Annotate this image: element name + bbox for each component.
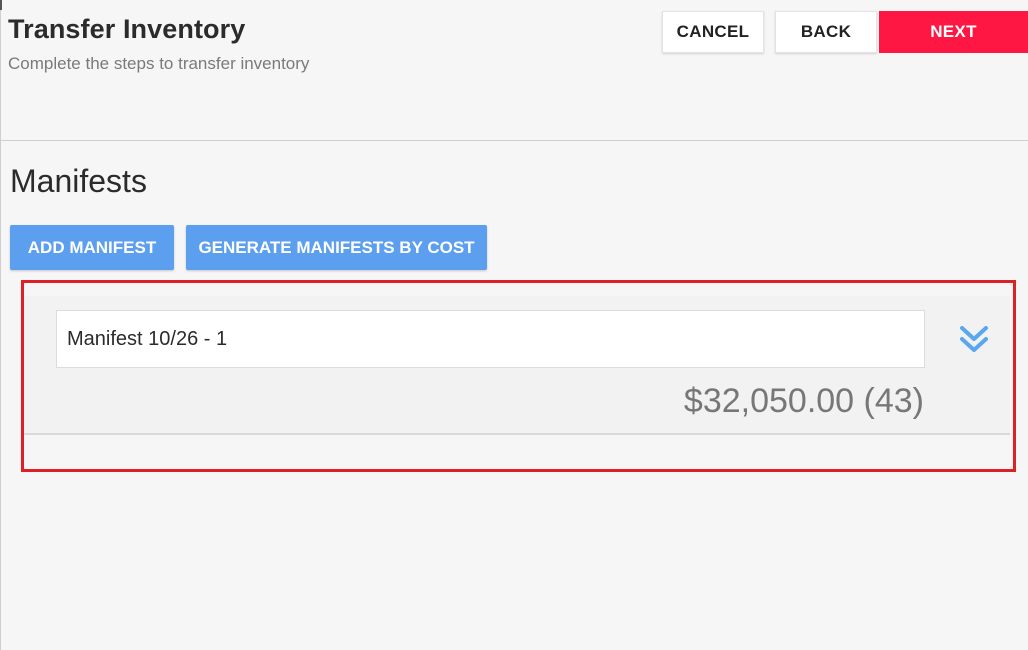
header-divider <box>0 140 1028 141</box>
highlight-annotation <box>21 280 1016 472</box>
window-edge <box>0 0 1 650</box>
page-subtitle: Complete the steps to transfer inventory <box>8 54 310 73</box>
section-title-manifests: Manifests <box>10 163 147 199</box>
add-manifest-button[interactable]: ADD MANIFEST <box>10 225 174 270</box>
window-edge-marker <box>0 0 2 10</box>
page-title: Transfer Inventory <box>8 14 246 44</box>
back-button[interactable]: BACK <box>775 11 877 53</box>
next-button[interactable]: NEXT <box>879 11 1028 53</box>
generate-manifests-button[interactable]: GENERATE MANIFESTS BY COST <box>186 225 487 270</box>
cancel-button[interactable]: CANCEL <box>662 11 764 53</box>
